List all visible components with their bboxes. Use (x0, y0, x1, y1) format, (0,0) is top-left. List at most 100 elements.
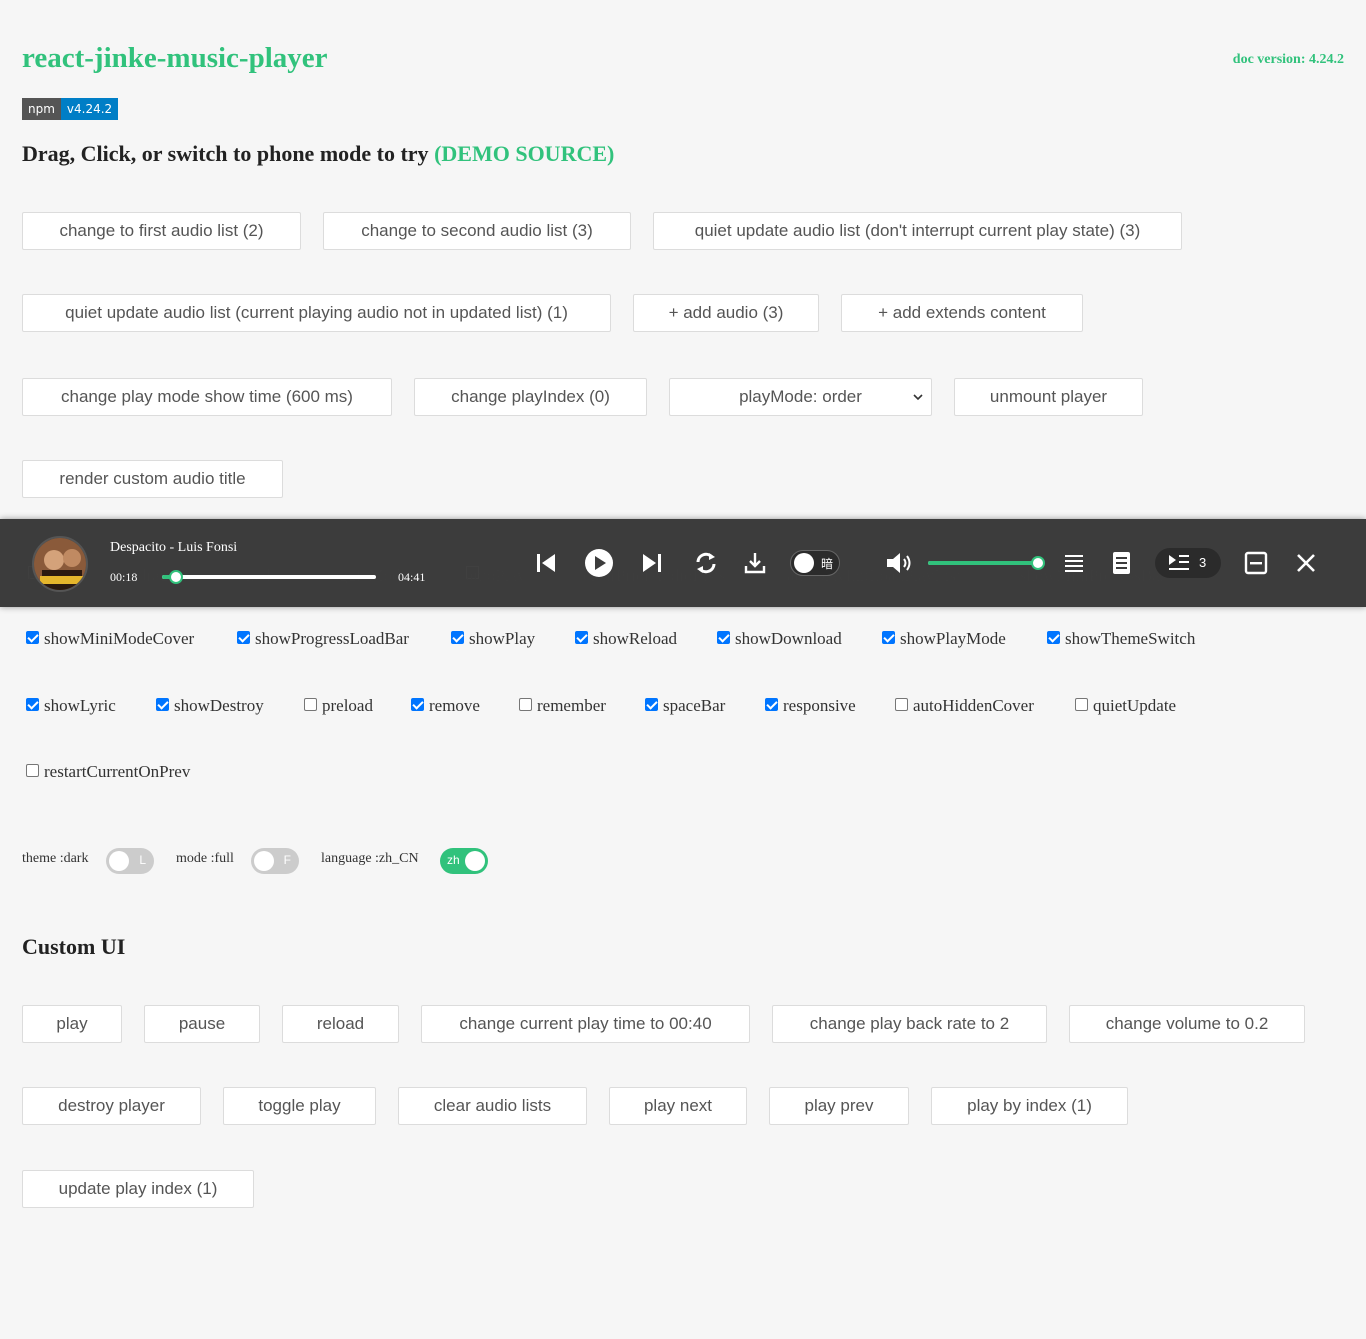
checkbox[interactable] (26, 697, 39, 711)
option-space-bar[interactable]: spaceBar (645, 696, 725, 716)
change-play-time-button[interactable]: change current play time to 00:40 (421, 1005, 750, 1043)
lyric-button[interactable] (1110, 550, 1134, 576)
prev-track-button[interactable] (534, 551, 558, 575)
demo-source-link[interactable]: (DEMO SOURCE) (434, 141, 614, 166)
next-track-button[interactable] (640, 551, 664, 575)
option-show-play[interactable]: showPlay (451, 629, 535, 649)
mini-mode-button[interactable] (1243, 550, 1269, 576)
progress-handle[interactable] (168, 570, 183, 584)
add-audio-button[interactable]: + add audio (3) (633, 294, 819, 332)
play-prev-button[interactable]: play prev (769, 1087, 909, 1125)
volume-handle[interactable] (1031, 556, 1045, 570)
play-custom-button[interactable]: play (22, 1005, 122, 1043)
option-restart-current-on-prev[interactable]: restartCurrentOnPrev (26, 762, 190, 782)
option-show-play-mode[interactable]: showPlayMode (882, 629, 1006, 649)
checkbox[interactable] (765, 697, 778, 711)
download-button[interactable] (742, 550, 768, 576)
option-label: showDownload (735, 629, 842, 648)
change-second-audio-list-button[interactable]: change to second audio list (3) (323, 212, 631, 250)
checkbox[interactable] (451, 630, 464, 644)
volume-icon (887, 553, 911, 573)
close-player-button[interactable] (1294, 551, 1318, 575)
checkbox[interactable] (26, 763, 39, 777)
language-toggle-knob (465, 851, 485, 871)
chevron-down-icon (913, 394, 923, 401)
option-quiet-update[interactable]: quietUpdate (1075, 696, 1176, 716)
option-show-reload[interactable]: showReload (575, 629, 677, 649)
change-playback-rate-button[interactable]: change play back rate to 2 (772, 1005, 1047, 1043)
checkbox[interactable] (156, 697, 169, 711)
option-label: showThemeSwitch (1065, 629, 1196, 648)
checkbox[interactable] (237, 630, 250, 644)
mode-toggle-knob (254, 851, 274, 871)
toggle-play-button[interactable]: toggle play (223, 1087, 376, 1125)
change-play-mode-show-time-button[interactable]: change play mode show time (600 ms) (22, 378, 392, 416)
theme-toggle-text: L (139, 853, 146, 867)
checkbox[interactable] (304, 697, 317, 711)
checkbox[interactable] (519, 697, 532, 711)
checkbox[interactable] (882, 630, 895, 644)
option-show-theme-switch[interactable]: showThemeSwitch (1047, 629, 1195, 649)
option-preload[interactable]: preload (304, 696, 373, 716)
checkbox[interactable] (26, 630, 39, 644)
option-remove[interactable]: remove (411, 696, 480, 716)
current-time: 00:18 (110, 570, 138, 584)
mode-toggle-label: mode :full (176, 851, 234, 866)
play-mode-select[interactable]: playMode: order (669, 378, 932, 416)
checkbox[interactable] (717, 630, 730, 644)
theme-toggle-label: theme :dark (22, 851, 89, 866)
option-label: responsive (783, 696, 856, 715)
checkbox[interactable] (411, 697, 424, 711)
option-label: autoHiddenCover (913, 696, 1034, 715)
option-responsive[interactable]: responsive (765, 696, 856, 716)
play-mode-button[interactable] (1062, 551, 1086, 575)
skip-next-icon (643, 554, 661, 572)
play-next-button[interactable]: play next (609, 1087, 747, 1125)
quiet-update-not-in-list-button[interactable]: quiet update audio list (current playing… (22, 294, 611, 332)
reload-button[interactable] (692, 549, 720, 577)
clear-audio-lists-button[interactable]: clear audio lists (398, 1087, 587, 1125)
quiet-update-audio-list-button[interactable]: quiet update audio list (don't interrupt… (653, 212, 1182, 250)
doc-version: doc version: 4.24.2 (1232, 52, 1344, 67)
option-remember[interactable]: remember (519, 696, 606, 716)
option-show-lyric[interactable]: showLyric (26, 696, 116, 716)
checkbox[interactable] (575, 630, 588, 644)
option-label: showProgressLoadBar (255, 629, 409, 648)
language-toggle[interactable]: zh (440, 848, 488, 874)
checkbox[interactable] (1075, 697, 1088, 711)
add-extends-content-button[interactable]: + add extends content (841, 294, 1083, 332)
option-show-progress-load-bar[interactable]: showProgressLoadBar (237, 629, 409, 649)
theme-toggle-knob (109, 851, 129, 871)
theme-toggle[interactable]: L (106, 848, 154, 874)
play-button[interactable] (584, 548, 614, 578)
change-volume-button[interactable]: change volume to 0.2 (1069, 1005, 1305, 1043)
reload-custom-button[interactable]: reload (282, 1005, 399, 1043)
volume-button[interactable] (884, 550, 914, 576)
checkbox[interactable] (1047, 630, 1060, 644)
option-auto-hidden-cover[interactable]: autoHiddenCover (895, 696, 1034, 716)
playlist-button[interactable]: 3 (1155, 548, 1221, 578)
change-first-audio-list-button[interactable]: change to first audio list (2) (22, 212, 301, 250)
volume-fill (928, 561, 1038, 565)
checkbox[interactable] (895, 697, 908, 711)
mode-toggle[interactable]: F (251, 848, 299, 874)
npm-version-badge[interactable]: npm v4.24.2 (22, 98, 119, 120)
render-custom-audio-title-button[interactable]: render custom audio title (22, 460, 283, 498)
play-by-index-button[interactable]: play by index (1) (931, 1087, 1128, 1125)
volume-slider[interactable] (928, 556, 1045, 570)
update-play-index-button[interactable]: update play index (1) (22, 1170, 254, 1208)
option-show-mini-mode-cover[interactable]: showMiniModeCover (26, 629, 194, 649)
progress-bar[interactable] (162, 570, 376, 584)
checkbox[interactable] (645, 697, 658, 711)
option-show-download[interactable]: showDownload (717, 629, 842, 649)
pause-button[interactable]: pause (144, 1005, 260, 1043)
option-show-destroy[interactable]: showDestroy (156, 696, 264, 716)
option-label: showPlayMode (900, 629, 1006, 648)
destroy-player-button[interactable]: destroy player (22, 1087, 201, 1125)
theme-switch[interactable]: 暗 (790, 550, 840, 576)
change-play-index-button[interactable]: change playIndex (0) (414, 378, 647, 416)
album-cover[interactable] (32, 536, 88, 592)
unmount-player-button[interactable]: unmount player (954, 378, 1143, 416)
play-icon (585, 549, 613, 577)
download-icon (744, 553, 766, 574)
